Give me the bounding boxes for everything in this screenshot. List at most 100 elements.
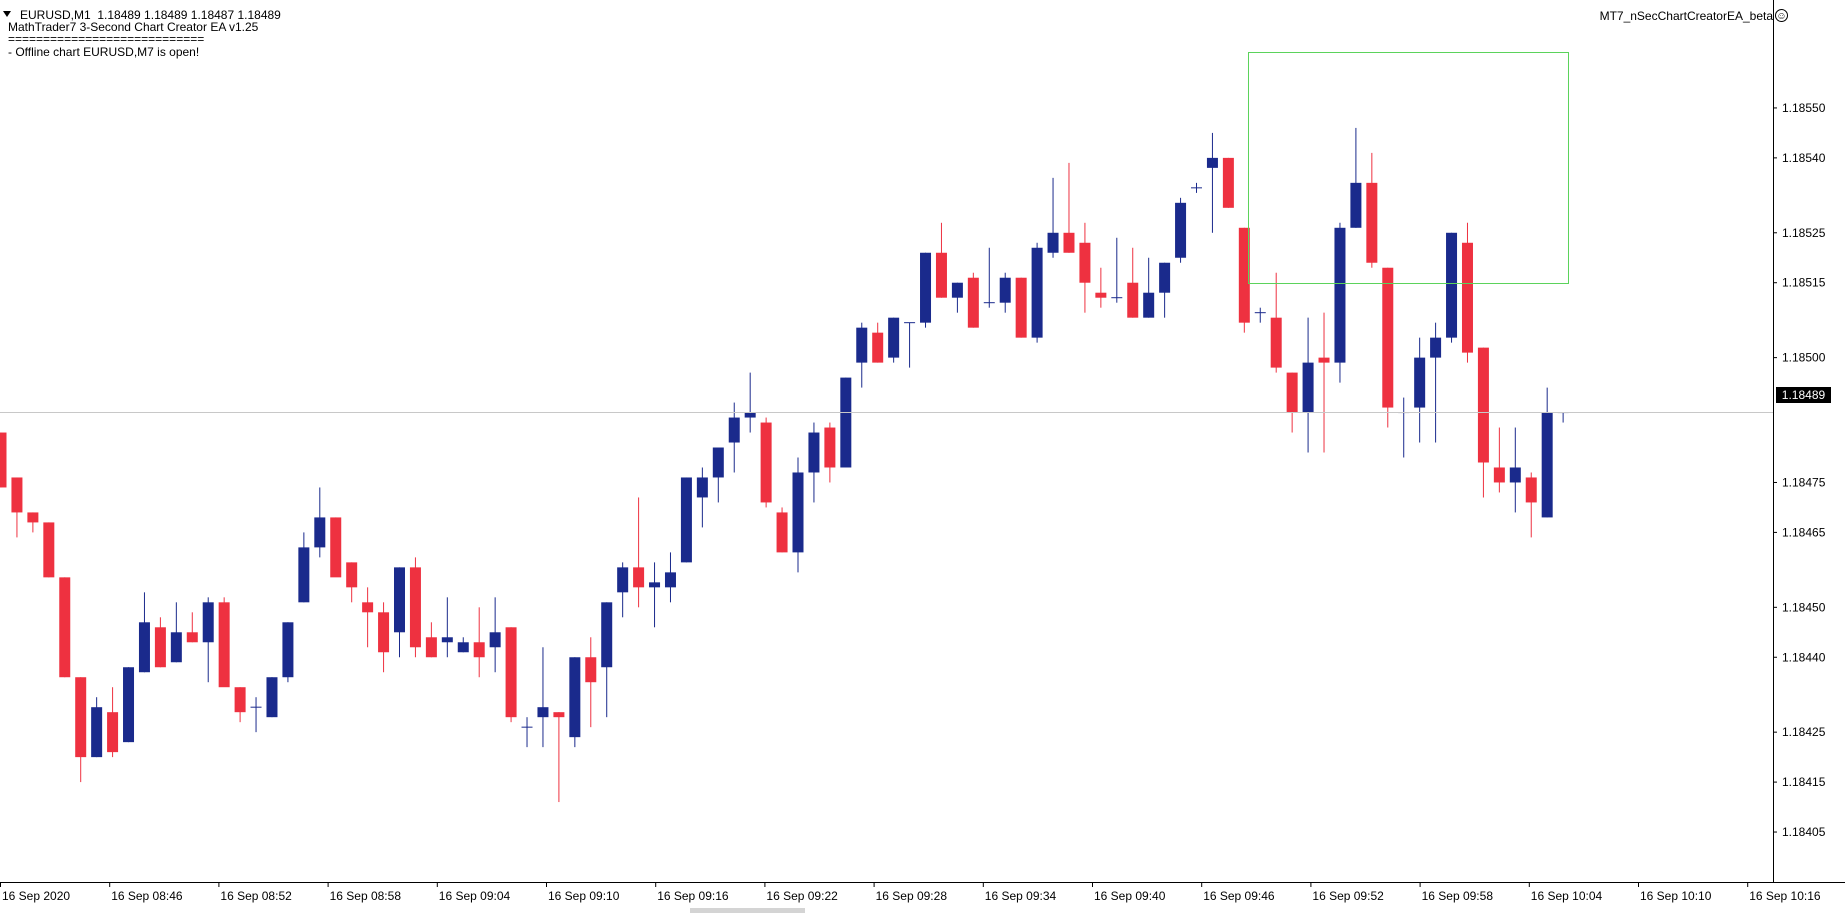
bearish-candle bbox=[585, 637, 597, 728]
bullish-candle bbox=[649, 562, 661, 628]
candle-body bbox=[59, 577, 71, 678]
y-tick-label: 1.18465 bbox=[1782, 525, 1826, 539]
y-tick-label: 1.18440 bbox=[1782, 650, 1826, 664]
candle-body bbox=[1541, 412, 1553, 518]
candle-body bbox=[1302, 362, 1314, 413]
bearish-candle bbox=[824, 422, 836, 483]
bearish-candle bbox=[1477, 347, 1489, 498]
bullish-candle bbox=[1047, 177, 1059, 258]
bearish-candle bbox=[59, 577, 71, 678]
candle-body bbox=[1366, 182, 1378, 263]
triangle-down-icon[interactable] bbox=[3, 11, 11, 17]
bullish-candle bbox=[1398, 397, 1410, 458]
candle-body bbox=[744, 412, 756, 418]
y-tick-label: 1.18550 bbox=[1782, 101, 1826, 115]
bearish-candle bbox=[425, 622, 437, 658]
candle-body bbox=[298, 547, 310, 603]
x-tick-label: 16 Sep 08:52 bbox=[220, 889, 292, 903]
bullish-candle bbox=[457, 637, 469, 653]
bullish-candle bbox=[840, 377, 852, 468]
bullish-candle bbox=[983, 247, 995, 308]
y-tick-label: 1.18525 bbox=[1782, 226, 1826, 240]
candle-body bbox=[872, 332, 884, 363]
bearish-candle bbox=[1222, 157, 1234, 208]
bullish-candle bbox=[266, 677, 278, 718]
horizontal-scrollbar[interactable] bbox=[690, 908, 805, 913]
candle-body bbox=[346, 562, 358, 588]
candle-body bbox=[1143, 292, 1155, 318]
x-tick-label: 16 Sep 09:16 bbox=[657, 889, 729, 903]
bullish-candle bbox=[1143, 257, 1155, 318]
y-tick-label: 1.18415 bbox=[1782, 775, 1826, 789]
candle-body bbox=[1525, 477, 1537, 503]
bullish-candle bbox=[250, 697, 262, 733]
bullish-candle bbox=[696, 467, 708, 528]
bearish-candle bbox=[234, 687, 246, 723]
candle-body bbox=[1461, 242, 1473, 353]
candle-body bbox=[999, 277, 1011, 303]
bullish-candle bbox=[1350, 127, 1362, 228]
candle-body bbox=[43, 522, 55, 578]
bearish-candle bbox=[1382, 267, 1394, 428]
candle-body bbox=[1015, 277, 1027, 338]
smiley-icon[interactable]: ☺ bbox=[1775, 9, 1788, 22]
bearish-candle bbox=[1079, 222, 1091, 313]
bearish-candle bbox=[0, 432, 7, 488]
separator: ============================ bbox=[8, 32, 205, 46]
bullish-candle bbox=[1334, 222, 1346, 383]
candle-body bbox=[1095, 292, 1107, 298]
bearish-candle bbox=[378, 602, 390, 673]
x-tick-label: 16 Sep 09:34 bbox=[985, 889, 1057, 903]
candlestick-chart[interactable]: 1.18550 1.18540 1.18525 1.18515 1.18500 1.184… bbox=[0, 0, 1845, 913]
bearish-candle bbox=[107, 687, 119, 758]
x-tick-label: 16 Sep 09:04 bbox=[439, 889, 511, 903]
candle-body bbox=[1382, 267, 1394, 408]
bearish-candle bbox=[1015, 277, 1027, 338]
y-tick-label: 1.18475 bbox=[1782, 475, 1826, 489]
bullish-candle bbox=[1175, 197, 1187, 263]
candle-body bbox=[585, 657, 597, 683]
y-tick-label: 1.18515 bbox=[1782, 276, 1826, 290]
x-tick-label: 16 Sep 09:22 bbox=[766, 889, 838, 903]
candle-body bbox=[664, 572, 676, 588]
bullish-candle bbox=[1206, 132, 1218, 233]
bullish-candle bbox=[1191, 182, 1202, 193]
bullish-candle bbox=[1031, 242, 1043, 343]
bullish-candle bbox=[1430, 322, 1442, 443]
bearish-candle bbox=[362, 587, 374, 648]
candle-body bbox=[1334, 227, 1346, 363]
candle-body bbox=[1063, 232, 1075, 253]
candle-body bbox=[601, 602, 613, 668]
x-tick-label: 16 Sep 09:58 bbox=[1422, 889, 1494, 903]
selection-rectangle bbox=[1248, 52, 1569, 284]
bullish-candle bbox=[904, 322, 916, 368]
candle-body bbox=[1270, 317, 1282, 368]
candle-body bbox=[1493, 467, 1505, 483]
bullish-candle bbox=[298, 532, 310, 603]
candle-body bbox=[856, 327, 868, 363]
bullish-candle bbox=[1254, 307, 1266, 323]
bullish-candle bbox=[521, 717, 533, 748]
candle-body bbox=[728, 417, 740, 443]
candle-body bbox=[138, 622, 150, 673]
bullish-candle bbox=[489, 597, 501, 673]
chart-window[interactable]: 1.18550 1.18540 1.18525 1.18515 1.18500 1.184… bbox=[0, 0, 1845, 913]
bearish-candle bbox=[409, 557, 421, 658]
bullish-candle bbox=[1446, 232, 1458, 343]
bearish-candle bbox=[1493, 427, 1505, 493]
bearish-candle bbox=[473, 607, 485, 678]
bullish-candle bbox=[664, 552, 676, 603]
bullish-candle bbox=[569, 657, 581, 748]
bearish-candle bbox=[1063, 162, 1075, 253]
bullish-candle bbox=[1509, 427, 1521, 513]
x-tick-label: 16 Sep 09:40 bbox=[1094, 889, 1166, 903]
bearish-candle bbox=[1318, 312, 1330, 453]
bullish-candle bbox=[808, 422, 820, 503]
bullish-candle bbox=[138, 592, 150, 673]
y-tick-label: 1.18540 bbox=[1782, 151, 1826, 165]
candle-body bbox=[1175, 202, 1187, 258]
bullish-candle bbox=[1414, 337, 1426, 443]
bearish-candle bbox=[1366, 152, 1378, 268]
x-tick-label: 16 Sep 09:28 bbox=[876, 889, 948, 903]
candle-body bbox=[840, 377, 852, 468]
